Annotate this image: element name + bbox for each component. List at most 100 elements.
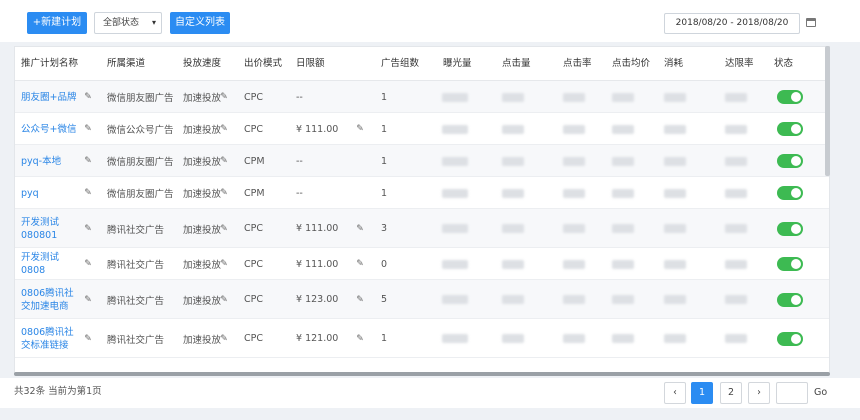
edit-speed-pencil-icon[interactable]: ✎ [219, 124, 229, 134]
redacted-metric [612, 156, 634, 166]
edit-name-pencil-icon[interactable]: ✎ [83, 295, 93, 305]
plan-name-link[interactable]: 开发测试080801 [21, 209, 83, 248]
edit-name-pencil-icon[interactable]: ✎ [83, 188, 93, 198]
toolbar: +新建计划 全部状态 ▾ 自定义列表 2018/08/20 - 2018/08/… [0, 0, 860, 42]
toggle-knob [791, 259, 801, 269]
column-header: 达限率 [725, 58, 754, 69]
column-header: 日限额 [296, 58, 325, 69]
daily-budget-cell: -- [296, 155, 303, 167]
column-header: 出价模式 [244, 58, 283, 69]
toggle-knob [791, 294, 801, 305]
edit-name-pencil-icon[interactable]: ✎ [83, 156, 93, 166]
ad-group-count-cell: 1 [381, 91, 388, 103]
plan-name-link[interactable]: pyq [21, 177, 83, 209]
prev-page-button[interactable]: ‹ [664, 382, 686, 404]
edit-budget-pencil-icon[interactable]: ✎ [355, 124, 365, 134]
vertical-scrollbar[interactable] [825, 46, 830, 176]
column-header: 点击率 [563, 58, 592, 69]
edit-speed-pencil-icon[interactable]: ✎ [219, 156, 229, 166]
redacted-metric [612, 188, 634, 198]
redacted-metric [442, 259, 468, 269]
redacted-metric [502, 188, 524, 198]
table-body: 朋友圈+品牌 ✎ 微信朋友圈广告 加速投放 ✎ CPC -- 1 公众号+微信 ✎ 微信公众号广告加… [15, 81, 829, 373]
edit-name-pencil-icon[interactable]: ✎ [83, 259, 93, 269]
column-header: 投放速度 [183, 58, 222, 69]
plan-name-link[interactable]: 开发测试0808 [21, 248, 83, 280]
ad-group-count-cell: 0 [381, 258, 388, 270]
edit-budget-pencil-icon[interactable]: ✎ [355, 334, 365, 344]
redacted-metric [502, 224, 524, 233]
channel-cell: 腾讯社交广告 [107, 295, 165, 307]
status-select[interactable]: 全部状态 ▾ [94, 12, 162, 34]
custom-columns-button[interactable]: 自定义列表 [170, 12, 230, 34]
redacted-metric [563, 124, 585, 134]
bid-mode-cell: CPC [244, 294, 263, 305]
status-toggle[interactable] [777, 122, 803, 136]
edit-name-pencil-icon[interactable]: ✎ [83, 224, 93, 234]
ad-group-count-cell: 1 [381, 333, 388, 344]
redacted-metric [725, 92, 747, 102]
plan-name-link[interactable]: pyq-本地 [21, 145, 83, 177]
column-header: 点击均价 [612, 58, 651, 69]
plan-table: 推广计划名称 所属渠道 投放速度 出价模式 日限额 广告组数 曝光量 点击量 点击率 点击均价 消耗… [14, 46, 830, 374]
edit-budget-pencil-icon[interactable]: ✎ [355, 224, 365, 234]
date-range-input[interactable]: 2018/08/20 - 2018/08/20 [664, 13, 800, 34]
status-toggle[interactable] [777, 331, 803, 346]
go-button[interactable]: Go [814, 382, 827, 404]
redacted-metric [502, 92, 524, 102]
redacted-metric [442, 156, 468, 166]
calendar-icon[interactable] [806, 18, 816, 27]
edit-budget-pencil-icon[interactable]: ✎ [355, 295, 365, 305]
edit-speed-pencil-icon[interactable]: ✎ [219, 188, 229, 198]
ad-group-count-cell: 1 [381, 123, 388, 135]
redacted-metric [563, 92, 585, 102]
status-toggle[interactable] [777, 154, 803, 168]
status-toggle[interactable] [777, 221, 803, 236]
edit-speed-pencil-icon[interactable]: ✎ [219, 295, 229, 305]
daily-budget-cell: ¥ 111.00 [296, 258, 339, 270]
redacted-metric [442, 224, 468, 233]
edit-speed-pencil-icon[interactable]: ✎ [219, 334, 229, 344]
channel-cell: 微信公众号广告 [107, 125, 174, 136]
next-page-button[interactable]: › [748, 382, 770, 404]
plan-name-link[interactable]: 0806腾讯社交加速电商 [21, 280, 83, 319]
speed-cell: 加速投放 [183, 125, 222, 136]
redacted-metric [502, 295, 524, 304]
redacted-metric [725, 259, 747, 269]
edit-speed-pencil-icon[interactable]: ✎ [219, 224, 229, 234]
bid-mode-cell: CPC [244, 333, 263, 344]
redacted-metric [664, 224, 686, 233]
edit-budget-pencil-icon[interactable]: ✎ [355, 259, 365, 269]
speed-cell: 加速投放 [183, 189, 222, 200]
edit-name-pencil-icon[interactable]: ✎ [83, 124, 93, 134]
plan-name-link[interactable]: 0806腾讯社交标准链接 [21, 319, 83, 358]
table-row: 开发测试0808 ✎ 腾讯社交广告 加速投放 ✎ CPC ¥ 111.00 ✎ 0 [15, 248, 829, 280]
plan-name-link[interactable]: 朋友圈+品牌 [21, 81, 83, 113]
speed-cell: 加速投放 [183, 157, 222, 168]
edit-name-pencil-icon[interactable]: ✎ [83, 334, 93, 344]
new-plan-button[interactable]: +新建计划 [27, 12, 87, 34]
page-1-button[interactable]: 1 [691, 382, 713, 404]
status-toggle[interactable] [777, 90, 803, 104]
column-header: 所属渠道 [107, 58, 146, 69]
channel-cell: 腾讯社交广告 [107, 224, 165, 236]
status-select-value: 全部状态 [103, 18, 140, 28]
edit-speed-pencil-icon[interactable]: ✎ [219, 259, 229, 269]
toggle-knob [791, 333, 801, 344]
table-row: 公众号+微信 ✎ 微信公众号广告 加速投放 ✎ CPC ¥ 111.00 ✎ 1 [15, 113, 829, 145]
redacted-metric [502, 156, 524, 166]
goto-page-input[interactable] [776, 382, 808, 404]
channel-cell: 腾讯社交广告 [107, 260, 165, 271]
column-header: 状态 [774, 58, 794, 69]
status-toggle[interactable] [777, 257, 803, 271]
redacted-metric [664, 334, 686, 343]
edit-speed-pencil-icon[interactable]: ✎ [219, 92, 229, 102]
daily-budget-cell: -- [296, 187, 303, 199]
status-toggle[interactable] [777, 186, 803, 200]
status-toggle[interactable] [777, 292, 803, 307]
redacted-metric [502, 124, 524, 134]
edit-name-pencil-icon[interactable]: ✎ [83, 92, 93, 102]
plan-name-link[interactable]: 公众号+微信 [21, 113, 83, 145]
page-2-button[interactable]: 2 [720, 382, 742, 404]
horizontal-scrollbar[interactable] [14, 372, 830, 376]
